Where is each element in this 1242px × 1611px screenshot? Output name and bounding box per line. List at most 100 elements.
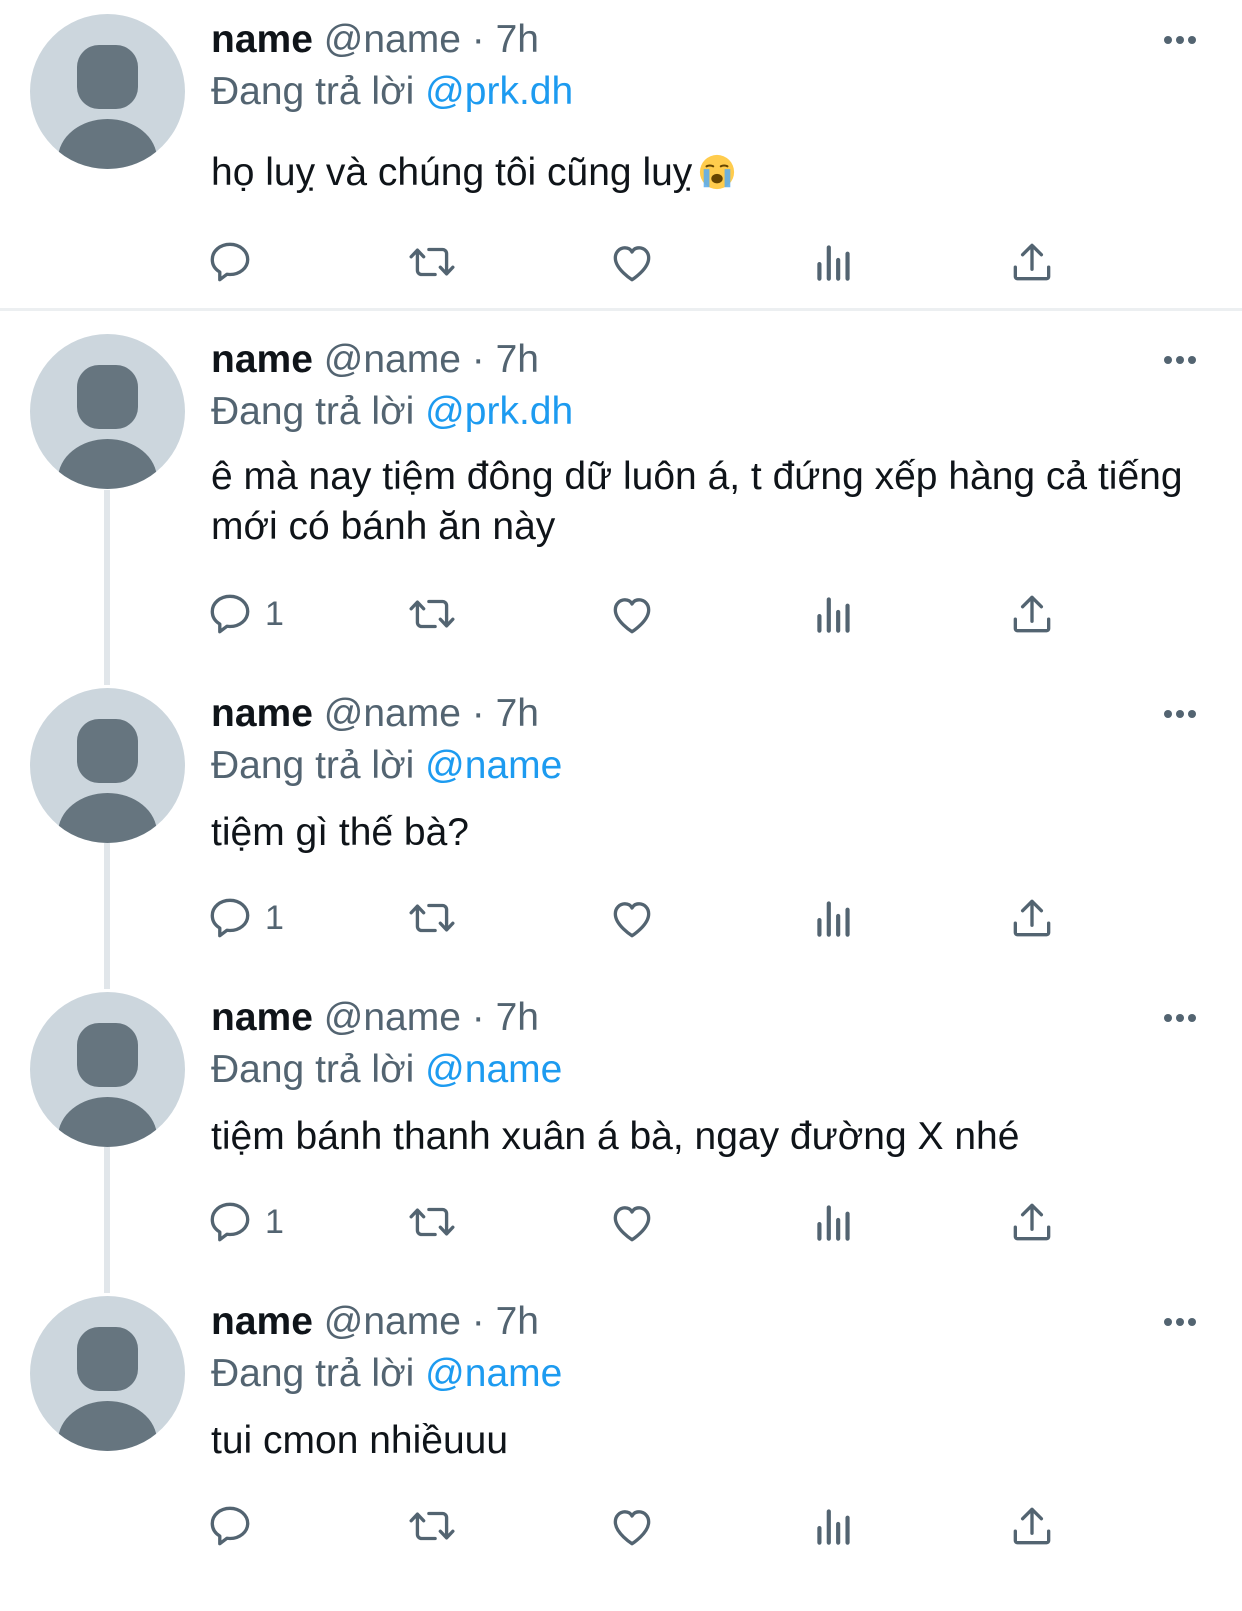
tweet-header: name @name · 7h (211, 334, 1202, 386)
mention-link[interactable]: @prk.dh (425, 390, 573, 433)
tweet-header: name @name · 7h (211, 14, 1202, 66)
display-name[interactable]: name (211, 18, 313, 61)
handle: @name (323, 338, 461, 381)
views-button[interactable] (809, 584, 859, 644)
display-name[interactable]: name (211, 996, 313, 1039)
retweet-button[interactable] (407, 232, 457, 292)
like-button[interactable] (607, 584, 657, 644)
more-icon[interactable] (1158, 992, 1202, 1044)
like-button[interactable] (607, 888, 657, 948)
loudly-crying-face-emoji (700, 154, 735, 190)
mention-link[interactable]: @name (425, 1048, 562, 1091)
like-icon (607, 1501, 657, 1551)
display-name[interactable]: name (211, 692, 313, 735)
display-name[interactable]: name (211, 1300, 313, 1343)
mention-link[interactable]: @prk.dh (425, 70, 573, 113)
reply-icon (205, 237, 255, 287)
reply-count: 1 (265, 1202, 284, 1241)
retweet-button[interactable] (407, 888, 457, 948)
retweet-icon (407, 893, 457, 943)
tweet-header: name @name · 7h (211, 992, 1202, 1044)
views-icon (809, 237, 859, 287)
replying-prefix: Đang trả lời (211, 744, 415, 787)
avatar[interactable] (30, 14, 185, 169)
views-button[interactable] (809, 1496, 859, 1556)
reply-button[interactable] (205, 232, 255, 292)
tweet[interactable]: name @name · 7h Đang trả lời @prk.dh họ … (0, 0, 1242, 310)
reply-button[interactable]: 1 (205, 584, 284, 644)
display-name[interactable]: name (211, 338, 313, 381)
avatar[interactable] (30, 334, 185, 489)
tweet-text-body: họ luỵ và chúng tôi cũng luỵ (211, 151, 693, 194)
tweet-header: name @name · 7h (211, 1296, 1202, 1348)
replying-to: Đang trả lời @name (211, 1044, 1202, 1096)
separator-dot: · (471, 692, 485, 735)
like-button[interactable] (607, 1496, 657, 1556)
more-icon[interactable] (1158, 14, 1202, 66)
tweet[interactable]: name @name · 7h Đang trả lời @name tiệm … (0, 688, 1242, 988)
reply-icon (205, 589, 255, 639)
reply-button[interactable] (205, 1496, 255, 1556)
handle: @name (323, 1300, 461, 1343)
avatar[interactable] (30, 688, 185, 843)
like-icon (607, 589, 657, 639)
separator-dot: · (471, 338, 485, 381)
share-button[interactable] (1007, 232, 1057, 292)
retweet-button[interactable] (407, 584, 457, 644)
tweet-text: tiệm gì thế bà? (211, 811, 469, 854)
reply-button[interactable]: 1 (205, 888, 284, 948)
action-bar (211, 232, 1091, 292)
handle: @name (323, 18, 461, 61)
share-button[interactable] (1007, 1192, 1057, 1252)
tweet[interactable]: name @name · 7h Đang trả lời @name tui c… (0, 1296, 1242, 1611)
timestamp[interactable]: 7h (496, 18, 539, 61)
share-icon (1007, 1501, 1057, 1551)
more-icon[interactable] (1158, 688, 1202, 740)
avatar[interactable] (30, 1296, 185, 1451)
like-button[interactable] (607, 1192, 657, 1252)
tweet-text: ê mà nay tiệm đông dữ luôn á, t đứng xếp… (211, 455, 1183, 548)
tweet[interactable]: name @name · 7h Đang trả lời @prk.dh ê m… (0, 334, 1242, 684)
views-icon (809, 589, 859, 639)
timestamp[interactable]: 7h (496, 996, 539, 1039)
replying-prefix: Đang trả lời (211, 1352, 415, 1395)
retweet-button[interactable] (407, 1192, 457, 1252)
like-icon (607, 1197, 657, 1247)
share-icon (1007, 893, 1057, 943)
reply-button[interactable]: 1 (205, 1192, 284, 1252)
replying-prefix: Đang trả lời (211, 70, 415, 113)
share-button[interactable] (1007, 1496, 1057, 1556)
separator-dot: · (471, 18, 485, 61)
mention-link[interactable]: @name (425, 744, 562, 787)
like-icon (607, 237, 657, 287)
reply-icon (205, 1197, 255, 1247)
like-icon (607, 893, 657, 943)
retweet-icon (407, 589, 457, 639)
more-icon[interactable] (1158, 1296, 1202, 1348)
action-bar: 1 (211, 1192, 1091, 1252)
timestamp[interactable]: 7h (496, 338, 539, 381)
views-icon (809, 1197, 859, 1247)
reply-icon (205, 893, 255, 943)
mention-link[interactable]: @name (425, 1352, 562, 1395)
replying-to: Đang trả lời @prk.dh (211, 66, 1202, 118)
views-button[interactable] (809, 888, 859, 948)
views-button[interactable] (809, 1192, 859, 1252)
more-icon[interactable] (1158, 334, 1202, 386)
views-button[interactable] (809, 232, 859, 292)
separator-dot: · (471, 1300, 485, 1343)
retweet-button[interactable] (407, 1496, 457, 1556)
action-bar: 1 (211, 584, 1091, 644)
replying-prefix: Đang trả lời (211, 390, 415, 433)
share-button[interactable] (1007, 888, 1057, 948)
timestamp[interactable]: 7h (496, 692, 539, 735)
tweet-text: tui cmon nhiềuuu (211, 1419, 509, 1462)
action-bar (211, 1496, 1091, 1556)
share-icon (1007, 237, 1057, 287)
like-button[interactable] (607, 232, 657, 292)
reply-count: 1 (265, 898, 284, 937)
tweet[interactable]: name @name · 7h Đang trả lời @name tiệm … (0, 992, 1242, 1292)
timestamp[interactable]: 7h (496, 1300, 539, 1343)
avatar[interactable] (30, 992, 185, 1147)
share-button[interactable] (1007, 584, 1057, 644)
